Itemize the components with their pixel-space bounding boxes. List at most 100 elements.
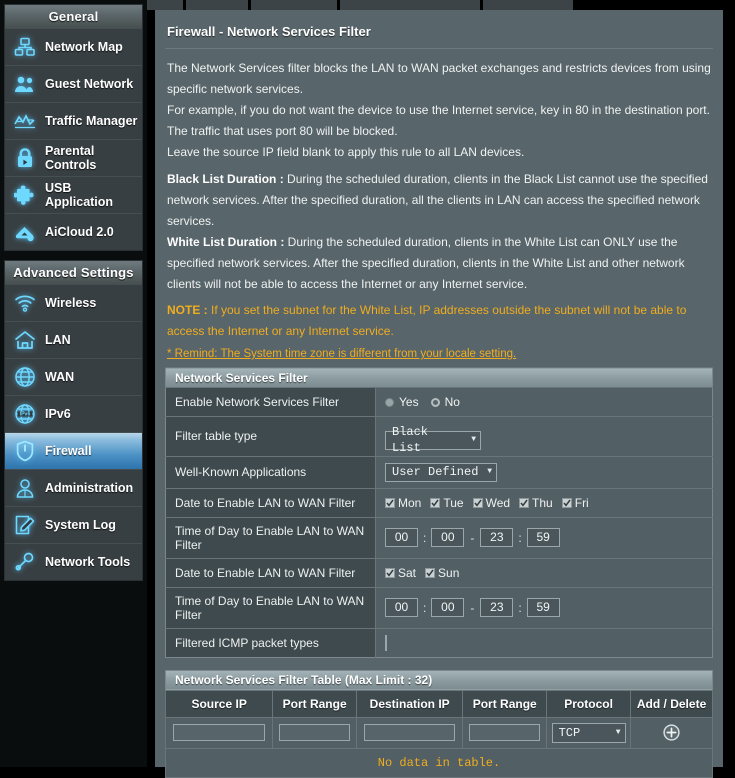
sidebar-group-general: General Network Map Guest Network Traffi… (4, 4, 143, 251)
radio-yes[interactable] (385, 397, 394, 407)
filter-table-header-row: Source IP Port Range Destination IP Port… (164, 689, 713, 718)
filter-table-empty-row: No data in table. (165, 747, 713, 778)
tab-strip-segment[interactable] (340, 0, 480, 10)
source-port-range-input[interactable] (279, 724, 351, 741)
checkbox-thu[interactable]: Thu (519, 495, 553, 511)
sidebar-item-administration[interactable]: Administration (5, 469, 142, 506)
traffic-manager-icon (5, 107, 45, 135)
sidebar-item-label: WAN (45, 370, 75, 384)
checkbox-tue[interactable]: Tue (430, 495, 464, 511)
source-ip-input[interactable] (173, 724, 266, 741)
note-body: If you set the subnet for the White List… (167, 303, 687, 338)
sidebar-item-network-map[interactable]: Network Map (5, 28, 142, 65)
well-known-applications-label: Well-Known Applications (165, 455, 376, 488)
checkmark-icon (425, 567, 436, 578)
checkmark-icon (561, 497, 572, 508)
weekend-checkbox-group: Sat Sun (385, 565, 712, 581)
weekday-start-hour-input[interactable]: 00 (385, 528, 418, 547)
tab-strip-segment[interactable] (147, 0, 183, 10)
column-destination-ip: Destination IP (355, 689, 464, 718)
sidebar-item-network-tools[interactable]: Network Tools (5, 543, 142, 580)
well-known-applications-select[interactable]: User Defined ▼ (385, 462, 497, 482)
guest-network-icon (5, 70, 45, 98)
sidebar-item-label: Guest Network (45, 77, 134, 91)
sidebar-item-traffic-manager[interactable]: Traffic Manager (5, 102, 142, 139)
usb-application-icon (5, 181, 45, 209)
column-protocol: Protocol (546, 689, 632, 718)
date-weekday-label: Date to Enable LAN to WAN Filter (165, 487, 376, 517)
enable-filter-radio-group: Yes No (385, 394, 712, 410)
main-content: Firewall - Network Services Filter The N… (155, 10, 723, 778)
sidebar-item-lan[interactable]: LAN (5, 321, 142, 358)
checkbox-fri[interactable]: Fri (561, 495, 589, 511)
administration-icon (5, 474, 45, 502)
time-colon: : (423, 530, 427, 545)
filter-table-type-select[interactable]: Black List ▼ (385, 425, 481, 455)
checkbox-sat[interactable]: Sat (385, 565, 416, 581)
sidebar-item-usb-application[interactable]: USB Application (5, 176, 142, 213)
checkbox-sun[interactable]: Sun (425, 565, 459, 581)
tab-strip-segment[interactable] (186, 0, 248, 10)
radio-no[interactable] (430, 397, 440, 407)
sidebar-item-aicloud[interactable]: AiCloud 2.0 (5, 213, 142, 250)
description-line: The Network Services filter blocks the L… (167, 61, 711, 96)
time-weekend-label: Time of Day to Enable LAN to WAN Filter (165, 586, 376, 628)
protocol-select[interactable]: TCP ▼ (551, 722, 626, 743)
time-colon: : (518, 530, 522, 545)
chevron-down-icon: ▼ (615, 728, 621, 737)
weekday-end-hour-input[interactable]: 23 (480, 528, 514, 547)
sidebar-group-advanced-title: Advanced Settings (5, 261, 142, 284)
weekend-start-hour-input[interactable]: 00 (385, 598, 418, 617)
checkbox-label: Wed (485, 495, 511, 510)
column-source-port-range: Port Range (272, 689, 357, 718)
row-time-weekend: Time of Day to Enable LAN to WAN Filter … (165, 586, 713, 628)
sidebar-item-firewall[interactable]: Firewall (5, 432, 142, 469)
destination-port-range-input[interactable] (469, 724, 541, 741)
lan-icon (5, 326, 45, 354)
weekend-end-minute-input[interactable]: 59 (526, 598, 560, 617)
sidebar-item-label: Network Tools (45, 555, 131, 569)
sidebar-item-wan[interactable]: WAN (5, 358, 142, 395)
parental-controls-icon (5, 144, 45, 172)
weekend-start-minute-input[interactable]: 00 (431, 598, 465, 617)
sidebar: General Network Map Guest Network Traffi… (0, 0, 147, 767)
weekday-time-range: 00 : 00 - 23 : 59 (385, 528, 712, 547)
checkbox-mon[interactable]: Mon (385, 495, 421, 511)
checkbox-wed[interactable]: Wed (472, 495, 511, 511)
sidebar-item-label: Wireless (45, 296, 97, 310)
add-rule-button[interactable] (663, 724, 680, 741)
tab-strip-segment[interactable] (483, 0, 573, 10)
network-services-filter-table: Network Services Filter Table (Max Limit… (164, 669, 713, 778)
page-title: Firewall - Network Services Filter (165, 10, 713, 49)
checkmark-icon (430, 497, 441, 508)
sidebar-item-label: Parental Controls (45, 144, 97, 172)
form-section-title: Network Services Filter (165, 367, 713, 388)
white-list-duration-label: White List Duration : (167, 235, 285, 249)
sidebar-item-system-log[interactable]: System Log (5, 506, 142, 543)
white-list-duration-text: White List Duration : During the schedul… (167, 232, 711, 295)
weekend-end-hour-input[interactable]: 23 (480, 598, 514, 617)
sidebar-item-label: Traffic Manager (45, 114, 138, 128)
empty-table-message: No data in table. (165, 747, 713, 778)
destination-ip-input[interactable] (364, 724, 456, 741)
checkbox-label: Mon (398, 495, 422, 510)
timezone-remind-link[interactable]: * Remind: The System time zone is differ… (165, 342, 518, 367)
network-tools-icon (5, 548, 45, 576)
weekday-end-minute-input[interactable]: 59 (526, 528, 560, 547)
sidebar-item-wireless[interactable]: Wireless (5, 284, 142, 321)
weekday-start-minute-input[interactable]: 00 (431, 528, 465, 547)
time-colon: : (518, 600, 522, 615)
description-line: For example, if you do not want the devi… (167, 103, 710, 138)
row-time-weekday: Time of Day to Enable LAN to WAN Filter … (165, 516, 713, 558)
checkmark-icon (385, 497, 395, 508)
sidebar-item-guest-network[interactable]: Guest Network (5, 65, 142, 102)
network-services-filter-form: Network Services Filter Enable Network S… (165, 367, 713, 658)
enable-filter-label: Enable Network Services Filter (165, 387, 376, 417)
sidebar-item-label: LAN (45, 333, 71, 347)
tab-strip-segment[interactable] (251, 0, 337, 10)
filtered-icmp-input[interactable] (385, 634, 387, 651)
sidebar-item-ipv6[interactable]: IPv6 IPv6 (5, 395, 142, 432)
svg-text:IPv6: IPv6 (20, 412, 31, 418)
row-filtered-icmp: Filtered ICMP packet types (165, 627, 713, 657)
sidebar-item-parental-controls[interactable]: Parental Controls (5, 139, 142, 176)
